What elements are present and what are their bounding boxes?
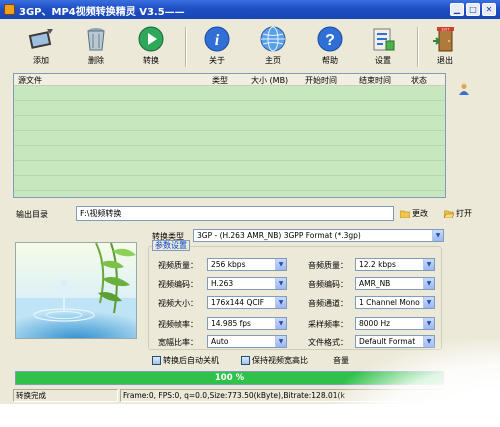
audio-codec-select[interactable]: AMR_NB ▼: [355, 277, 435, 290]
water-leaves-image: [16, 243, 136, 338]
column-header-source[interactable]: 源文件: [18, 75, 42, 86]
info-icon: i: [204, 26, 230, 52]
chevron-down-icon: ▼: [275, 278, 286, 289]
aspect-ratio-select[interactable]: Auto ▼: [207, 335, 287, 348]
delete-button[interactable]: 删除: [76, 25, 116, 71]
audio-quality-label: 音频质量：: [308, 261, 348, 270]
column-header-start-time[interactable]: 开始时间: [305, 75, 337, 86]
about-button[interactable]: i 关于: [197, 25, 237, 71]
play-convert-icon: [138, 26, 164, 52]
audio-codec-label: 音频编码：: [308, 280, 348, 289]
maximize-button[interactable]: □: [466, 3, 480, 16]
help-icon: ?: [317, 26, 343, 52]
chevron-down-icon: ▼: [423, 259, 434, 270]
checkbox-box[interactable]: [241, 356, 250, 365]
column-header-type[interactable]: 类型: [212, 75, 228, 86]
conversion-type-select[interactable]: 3GP - (H.263 AMR_NB) 3GPP Format (*.3gp)…: [193, 229, 444, 242]
file-list[interactable]: 源文件 类型 大小 (MB) 开始时间 结束时间 状态: [13, 73, 446, 198]
user-icon[interactable]: [458, 83, 470, 95]
sample-rate-select[interactable]: 8000 Hz ▼: [355, 317, 435, 330]
add-button[interactable]: 添加: [21, 25, 61, 71]
change-directory-label: 更改: [412, 209, 428, 218]
status-state: 转换完成: [13, 389, 118, 402]
trash-icon: [87, 28, 105, 51]
chevron-down-icon: ▼: [432, 230, 443, 241]
chevron-down-icon: ▼: [423, 318, 434, 329]
column-header-status[interactable]: 状态: [411, 75, 427, 86]
toolbar-separator: [185, 27, 187, 67]
exit-button[interactable]: EXIT 退出: [425, 25, 465, 71]
minimize-button[interactable]: ▁: [450, 3, 464, 16]
close-button[interactable]: ✕: [482, 3, 496, 16]
checkbox-box[interactable]: [152, 356, 161, 365]
app-icon: [4, 4, 15, 15]
preview-image: [15, 242, 137, 339]
auto-shutdown-label: 转换后自动关机: [163, 356, 219, 365]
chevron-down-icon: ▼: [275, 336, 286, 347]
settings-icon: [373, 28, 395, 51]
column-header-end-time[interactable]: 结束时间: [359, 75, 391, 86]
sample-rate-label: 采样频率：: [308, 320, 348, 329]
folder-icon: [400, 210, 410, 218]
title-bar: 3GP、MP4视频转换精灵 V3.5—— ▁ □ ✕: [0, 0, 500, 19]
audio-channel-select[interactable]: 1 Channel Mono ▼: [355, 296, 435, 309]
chevron-down-icon: ▼: [423, 278, 434, 289]
chevron-down-icon: ▼: [275, 318, 286, 329]
svg-text:?: ?: [325, 32, 335, 49]
homepage-button[interactable]: 主页: [253, 25, 293, 71]
keep-aspect-ratio-label: 保持视频宽高比: [252, 356, 308, 365]
video-fps-select[interactable]: 14.985 fps ▼: [207, 317, 287, 330]
add-film-icon: [28, 29, 53, 49]
video-size-label: 视频大小：: [158, 299, 198, 308]
settings-button[interactable]: 设置: [363, 25, 403, 71]
app-window: 3GP、MP4视频转换精灵 V3.5—— ▁ □ ✕ 添加 删除 转换 i 关于…: [0, 0, 500, 427]
output-directory-input[interactable]: F:\视频转换: [76, 206, 394, 221]
video-size-select[interactable]: 176x144 QCIF ▼: [207, 296, 287, 309]
chevron-down-icon: ▼: [275, 297, 286, 308]
toolbar-separator: [417, 27, 419, 67]
output-directory-label: 输出目录: [16, 210, 48, 219]
exit-door-icon: EXIT: [433, 27, 454, 52]
video-fps-label: 视频帧率：: [158, 320, 198, 329]
toolbar: 添加 删除 转换 i 关于 主页 ? 帮助 设置 EXIT 退出: [0, 19, 500, 71]
column-header-size[interactable]: 大小 (MB): [251, 75, 288, 86]
svg-text:i: i: [215, 32, 220, 49]
open-directory-button[interactable]: 打开: [444, 208, 472, 219]
audio-quality-select[interactable]: 12.2 kbps ▼: [355, 258, 435, 271]
change-directory-button[interactable]: 更改: [400, 208, 428, 219]
window-title: 3GP、MP4视频转换精灵 V3.5——: [19, 7, 185, 18]
chevron-down-icon: ▼: [423, 297, 434, 308]
globe-icon: [260, 26, 286, 52]
corner-fade-overlay: [330, 340, 500, 427]
svg-text:EXIT: EXIT: [442, 28, 451, 32]
output-directory-row: 输出目录 F:\视频转换 更改 打开: [0, 206, 500, 222]
file-list-body[interactable]: [14, 86, 445, 197]
auto-shutdown-checkbox[interactable]: 转换后自动关机: [152, 355, 219, 366]
help-button[interactable]: ? 帮助: [310, 25, 350, 71]
params-group-title: 参数设置: [152, 240, 190, 251]
convert-button[interactable]: 转换: [131, 25, 171, 71]
file-list-header: 源文件 类型 大小 (MB) 开始时间 结束时间 状态: [14, 74, 445, 86]
open-directory-label: 打开: [456, 209, 472, 218]
video-quality-select[interactable]: 256 kbps ▼: [207, 258, 287, 271]
open-folder-icon: [444, 210, 454, 218]
video-codec-select[interactable]: H.263 ▼: [207, 277, 287, 290]
aspect-ratio-label: 宽幅比率：: [158, 338, 198, 347]
chevron-down-icon: ▼: [275, 259, 286, 270]
video-quality-label: 视频质量：: [158, 261, 198, 270]
keep-aspect-ratio-checkbox[interactable]: 保持视频宽高比: [241, 355, 308, 366]
video-codec-label: 视频编码：: [158, 280, 198, 289]
audio-channel-label: 音频通道：: [308, 299, 348, 308]
